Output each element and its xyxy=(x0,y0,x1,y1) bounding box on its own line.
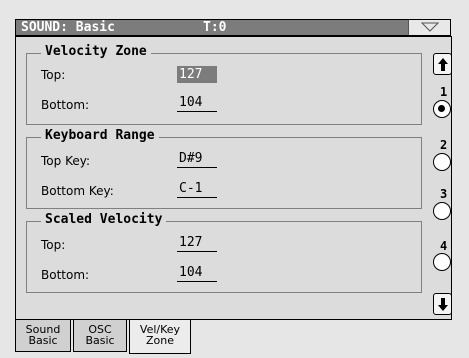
scaled-bottom-field[interactable]: 104 xyxy=(177,264,217,282)
tab-sound-basic-line2: Basic xyxy=(28,334,58,347)
layer-radio-1[interactable] xyxy=(433,100,451,118)
keyboard-range-group: Keyboard Range Top Key: D#9 Bottom Key: … xyxy=(26,128,422,209)
layer-number-1: 1 xyxy=(440,85,448,99)
velocity-bottom-field[interactable]: 104 xyxy=(177,94,217,112)
layer-number-3: 3 xyxy=(440,187,448,201)
top-key-label: Top Key: xyxy=(41,154,90,168)
scaled-top-label: Top: xyxy=(41,238,66,252)
velocity-zone-group: Velocity Zone Top: 127 Bottom: 104 xyxy=(26,44,422,125)
scaled-top-field[interactable]: 127 xyxy=(177,234,217,252)
transpose-readout: T:0 xyxy=(203,20,227,35)
arrow-down-icon xyxy=(438,298,448,311)
scroll-up-button[interactable] xyxy=(433,53,452,75)
page-tabs: Sound Basic OSC Basic Vel/Key Zone xyxy=(15,320,451,354)
velocity-zone-title: Velocity Zone xyxy=(41,44,151,60)
scroll-down-button[interactable] xyxy=(433,293,452,315)
velocity-top-label: Top: xyxy=(41,68,66,82)
layer-number-2: 2 xyxy=(440,138,448,152)
title-bar: SOUND: Basic T:0 xyxy=(15,19,451,36)
tab-sound-basic[interactable]: Sound Basic xyxy=(15,320,71,352)
main-panel: Velocity Zone Top: 127 Bottom: 104 Keybo… xyxy=(15,36,431,320)
bottom-key-field[interactable]: C-1 xyxy=(177,180,217,198)
layer-selector: 1 2 3 4 xyxy=(430,36,452,320)
layer-radio-4[interactable] xyxy=(433,253,451,271)
page-title: SOUND: Basic xyxy=(21,20,115,35)
scaled-bottom-label: Bottom: xyxy=(41,268,90,282)
layer-number-4: 4 xyxy=(440,239,448,253)
sound-basic-screen: SOUND: Basic T:0 Velocity Zone Top: 127 … xyxy=(0,0,469,358)
scaled-velocity-title: Scaled Velocity xyxy=(41,212,167,228)
tab-vel-key-zone[interactable]: Vel/Key Zone xyxy=(129,320,191,354)
velocity-top-field[interactable]: 127 xyxy=(177,66,217,83)
keyboard-range-title: Keyboard Range xyxy=(41,128,159,144)
tab-osc-basic-line2: Basic xyxy=(85,334,115,347)
page-menu-button[interactable] xyxy=(408,20,450,35)
triangle-down-icon xyxy=(421,22,439,32)
layer-radio-3[interactable] xyxy=(433,202,451,220)
arrow-up-icon xyxy=(438,58,448,71)
tab-vel-key-zone-line2: Zone xyxy=(145,334,174,347)
velocity-bottom-label: Bottom: xyxy=(41,98,90,112)
bottom-key-label: Bottom Key: xyxy=(41,184,114,198)
scaled-velocity-group: Scaled Velocity Top: 127 Bottom: 104 xyxy=(26,212,422,293)
top-key-field[interactable]: D#9 xyxy=(177,150,217,168)
tab-osc-basic[interactable]: OSC Basic xyxy=(73,320,127,352)
layer-radio-2[interactable] xyxy=(433,153,451,171)
